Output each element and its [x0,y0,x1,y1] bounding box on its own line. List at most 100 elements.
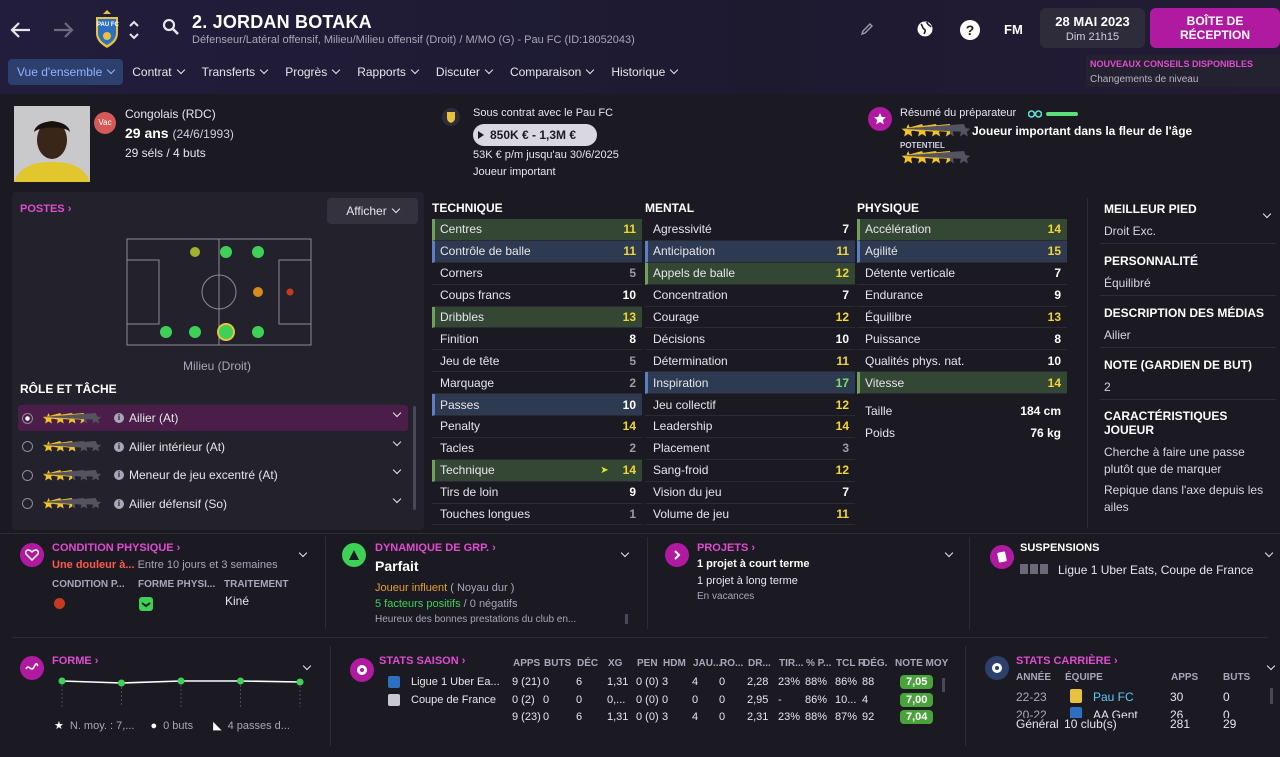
search-button[interactable] [162,18,180,36]
role-row[interactable]: i Ailier défensif (So) [18,491,408,517]
condition-expand[interactable] [294,545,308,559]
attribute-row[interactable]: Accélération 14 [857,219,1067,241]
role-row[interactable]: i Ailier (At) [18,405,408,431]
player-switch-arrows[interactable] [128,18,140,42]
career-expand[interactable] [1262,658,1276,672]
attribute-row[interactable]: Placement 3 [645,438,855,460]
radio-button[interactable] [22,498,33,510]
role-row[interactable]: i Meneur de jeu excentré (At) [18,462,408,488]
career-row[interactable]: 22-23 Pau FC 30 0 [1016,688,1266,706]
attribute-row[interactable]: Passes 10 [432,394,642,417]
tab-contract[interactable]: Contrat [123,59,192,85]
dynamics-icon[interactable] [342,543,366,567]
form-point[interactable] [118,679,125,687]
career-scrollbar[interactable] [1270,688,1273,704]
suspensions-icon[interactable] [990,545,1014,569]
attribute-row[interactable]: Détente verticale 7 [857,263,1067,285]
chevron-down-icon[interactable] [392,494,402,504]
stats-row[interactable]: Coupe de France 0 (2) 0 0 0,... 0 (0) 0 0 0 2,95-… [380,692,952,710]
form-point[interactable] [177,677,185,685]
edit-button[interactable] [860,22,874,36]
info-icon[interactable]: i [114,498,124,509]
world-button[interactable] [916,20,934,38]
attribute-row[interactable]: Volume de jeu 11 [645,504,855,526]
dynamics-expand[interactable] [616,545,630,559]
show-dropdown[interactable]: Afficher [327,198,418,224]
attribute-row[interactable]: Vitesse 14 [857,372,1067,395]
chevron-down-icon[interactable] [392,408,402,418]
role-row[interactable]: i Ailier intérieur (At) [18,434,408,460]
tab-overview[interactable]: Vue d'ensemble [8,59,124,85]
attribute-row[interactable]: Agressivité 7 [645,219,855,241]
form-point[interactable] [237,677,244,685]
radio-button[interactable] [22,469,33,481]
back-button[interactable] [8,18,34,42]
condition-title[interactable]: CONDITION PHYSIQUE › [52,542,180,554]
advice-notification[interactable]: NOUVEAUX CONSEILS DISPONIBLES Changement… [1086,55,1280,87]
club-badge[interactable]: PAU FC [94,9,120,49]
date-box[interactable]: 28 MAI 2023 Dim 21h15 [1040,8,1145,48]
season-stats-icon[interactable] [350,658,374,682]
chevron-down-icon[interactable] [392,437,402,446]
radio-button[interactable] [22,441,33,453]
transfer-value-badge[interactable]: 850K € - 1,3M € [473,124,597,146]
attribute-row[interactable]: Penalty 14 [432,416,642,438]
tab-history[interactable]: Historique [602,59,686,85]
best-foot-expand[interactable] [1258,206,1272,220]
attribute-row[interactable]: Décisions 10 [645,328,855,351]
chevron-down-icon[interactable] [392,465,402,475]
tab-discuss[interactable]: Discuter [427,59,501,85]
tab-progress[interactable]: Progrès [276,59,348,85]
attribute-row[interactable]: Centres 11 [432,219,642,241]
form-point[interactable] [58,677,66,685]
player-photo[interactable] [14,106,90,182]
attribute-row[interactable]: Jeu de tête 5 [432,350,642,373]
attribute-row[interactable]: Jeu collectif 12 [645,394,855,417]
attribute-row[interactable]: Inspiration 17 [645,372,855,395]
attribute-row[interactable]: Contrôle de balle 11 [432,240,642,263]
form-icon[interactable] [20,656,44,680]
radio-button[interactable] [22,412,33,424]
attribute-row[interactable]: Touches longues 1 [432,504,642,526]
projects-expand[interactable] [940,545,954,559]
help-button[interactable]: ? [960,20,980,40]
coach-report-icon[interactable] [868,107,892,131]
attribute-row[interactable]: Leadership 14 [645,416,855,438]
attribute-row[interactable]: Appels de balle 12 [645,262,855,285]
attribute-row[interactable]: Technique ➤ 14 [432,459,642,482]
attribute-row[interactable]: Sang-froid 12 [645,460,855,482]
tab-compare[interactable]: Comparaison [501,59,602,85]
fm-menu-button[interactable]: FM [1004,22,1023,37]
attribute-row[interactable]: Finition 8 [432,328,642,351]
attribute-row[interactable]: Corners 5 [432,263,642,285]
career-stats-title[interactable]: STATS CARRIÈRE › [1016,655,1118,667]
attribute-row[interactable]: Endurance 9 [857,285,1067,307]
attribute-row[interactable]: Détermination 11 [645,350,855,373]
dynamics-scrollbar[interactable] [625,614,628,624]
attribute-row[interactable]: Anticipation 11 [645,240,855,263]
form-title[interactable]: FORME › [52,655,98,667]
stats-row[interactable]: Ligue 1 Uber Ea... 9 (21) 0 6 1,31 0 (0) 3 4 0 2,… [380,674,952,692]
attribute-row[interactable]: Tacles 2 [432,438,642,460]
attribute-row[interactable]: Coups francs 10 [432,285,642,307]
attribute-row[interactable]: Dribbles 13 [432,306,642,329]
positions-title[interactable]: POSTES › [20,203,71,215]
attribute-row[interactable]: Vision du jeu 7 [645,482,855,504]
info-icon[interactable]: i [114,441,124,452]
condition-icon[interactable] [20,543,44,567]
stats-scrollbar[interactable] [942,678,945,692]
attribute-row[interactable]: Concentration 7 [645,285,855,307]
career-stats-icon[interactable] [985,656,1009,680]
projects-icon[interactable] [665,543,689,567]
projects-title[interactable]: PROJETS › [697,542,755,554]
attribute-row[interactable]: Équilibre 13 [857,307,1067,329]
form-point[interactable] [296,678,304,686]
inbox-button[interactable]: BOÎTE DE RÉCEPTION [1150,8,1280,48]
attribute-row[interactable]: Marquage 2 [432,372,642,395]
attribute-row[interactable]: Agilité 15 [857,240,1067,263]
tab-transfers[interactable]: Transferts [193,59,277,85]
attribute-row[interactable]: Courage 12 [645,307,855,329]
info-icon[interactable]: i [114,470,124,481]
attribute-row[interactable]: Tirs de loin 9 [432,482,642,504]
dynamics-title[interactable]: DYNAMIQUE DE GRP. › [375,542,496,554]
